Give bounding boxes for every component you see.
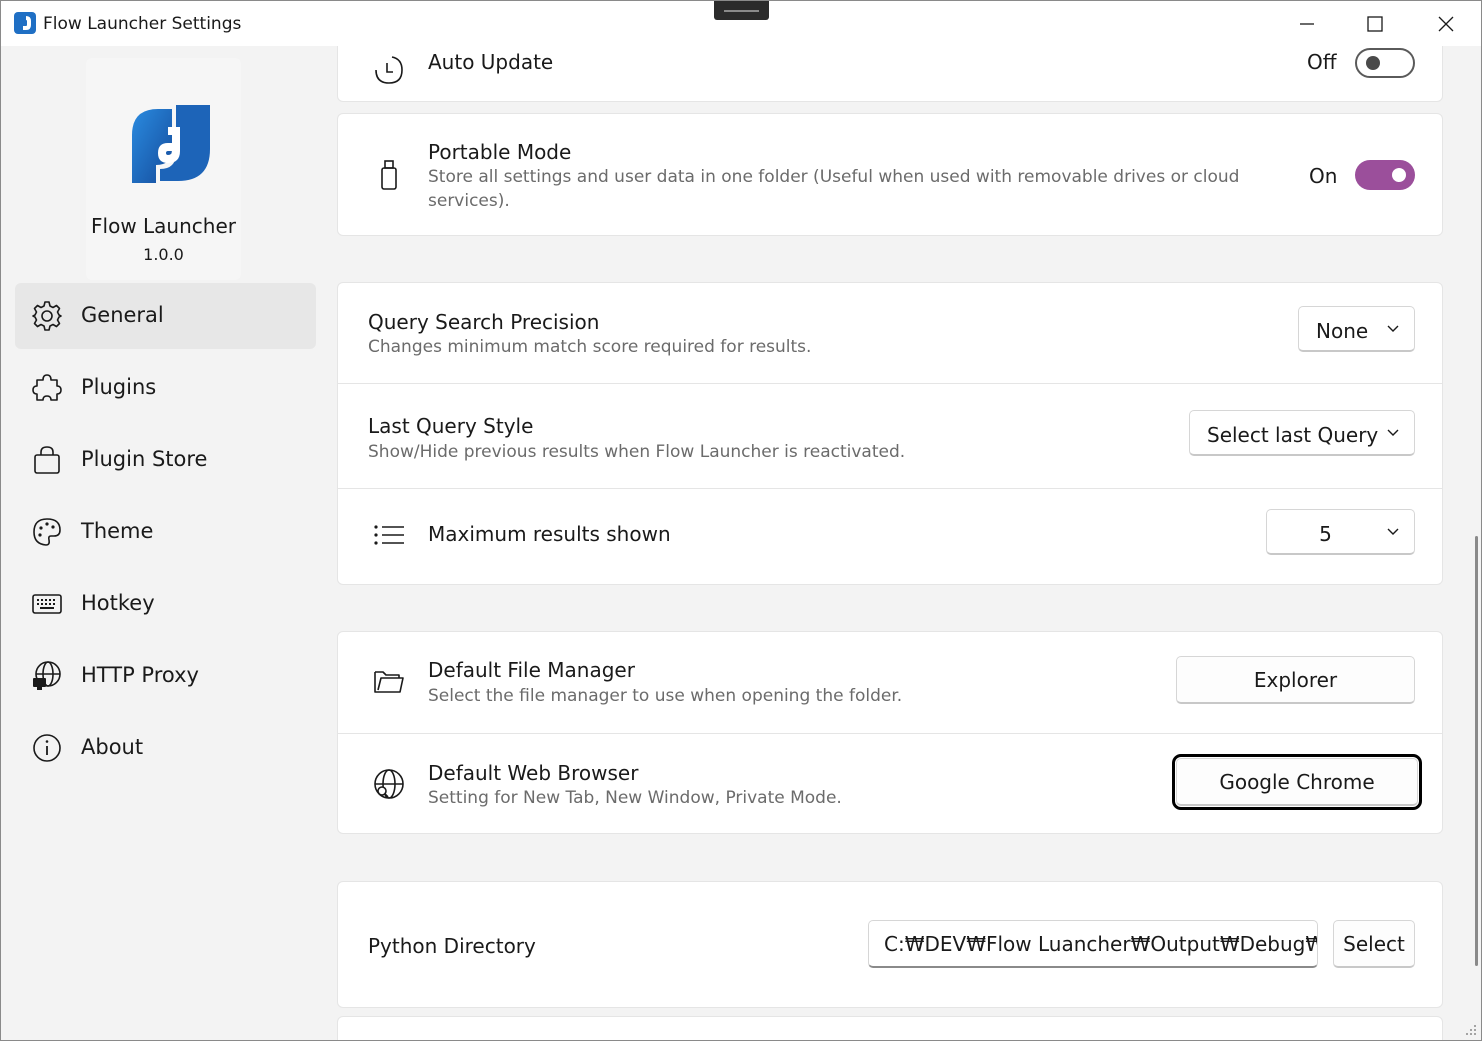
portable-mode-description: Store all settings and user data in one …: [428, 167, 1240, 211]
dropdown-value: None: [1316, 319, 1369, 343]
next-settings-card: [337, 1016, 1443, 1040]
web-browser-button[interactable]: Google Chrome: [1172, 754, 1422, 810]
list-icon: [374, 525, 404, 545]
auto-update-state: Off: [1307, 50, 1337, 74]
query-search-precision-title: Query Search Precision: [368, 310, 600, 334]
query-search-precision-dropdown[interactable]: None: [1298, 306, 1415, 352]
default-web-browser-title: Default Web Browser: [428, 761, 639, 785]
default-web-browser-description: Setting for New Tab, New Window, Private…: [428, 788, 842, 808]
app-name: Flow Launcher: [91, 214, 236, 238]
settings-content[interactable]: Auto Update Off Portable Mode Store all …: [335, 46, 1481, 1040]
sidebar-item-hotkey[interactable]: Hotkey: [15, 571, 316, 637]
default-web-browser-row: Default Web Browser Setting for New Tab,…: [338, 734, 1442, 834]
maximize-icon: [1367, 15, 1383, 32]
sidebar-item-label: Theme: [81, 519, 154, 543]
chevron-down-icon: [1387, 528, 1399, 535]
portable-mode-state: On: [1309, 164, 1338, 188]
sidebar-item-label: About: [81, 735, 144, 759]
gear-icon: [32, 301, 62, 331]
sidebar-item-plugins[interactable]: Plugins: [15, 355, 316, 421]
file-manager-button[interactable]: Explorer: [1176, 656, 1415, 704]
default-apps-card: Default File Manager Select the file man…: [337, 631, 1443, 834]
default-file-manager-title: Default File Manager: [428, 658, 635, 682]
last-query-style-dropdown[interactable]: Select last Query: [1189, 410, 1415, 456]
keyboard-icon: [32, 594, 62, 614]
app-logo-card: Flow Launcher 1.0.0: [86, 58, 241, 280]
resize-grip-icon[interactable]: [1465, 1024, 1477, 1036]
shopping-bag-icon: [34, 446, 60, 474]
python-directory-path-field[interactable]: C:₩DEV₩Flow Luancher₩Output₩Debug₩UserDa…: [868, 920, 1318, 968]
sidebar-item-http-proxy[interactable]: HTTP Proxy: [15, 643, 316, 709]
maximize-button[interactable]: [1340, 1, 1410, 46]
default-file-manager-description: Select the file manager to use when open…: [428, 686, 903, 706]
sidebar: Flow Launcher 1.0.0 General Plugins Plug…: [1, 46, 331, 1040]
snap-grip[interactable]: [714, 1, 769, 20]
usb-drive-icon: [381, 160, 397, 190]
sidebar-item-label: Plugin Store: [81, 447, 208, 471]
portable-mode-toggle[interactable]: [1355, 160, 1415, 190]
puzzle-icon: [32, 374, 62, 401]
portable-mode-card: Portable Mode Store all settings and use…: [337, 113, 1443, 236]
title-bar[interactable]: Flow Launcher Settings: [1, 1, 1481, 46]
close-icon: [1438, 16, 1454, 31]
max-results-row: Maximum results shown 5: [338, 489, 1442, 585]
dropdown-value: 5: [1319, 522, 1332, 546]
sidebar-item-label: Plugins: [81, 375, 157, 399]
last-query-style-description: Show/Hide previous results when Flow Lau…: [368, 442, 906, 462]
query-search-precision-row: Query Search Precision Changes minimum m…: [338, 283, 1442, 383]
auto-update-card: Auto Update Off: [337, 46, 1443, 102]
chevron-down-icon: [1387, 429, 1399, 436]
sidebar-item-label: General: [81, 303, 164, 327]
sidebar-item-label: HTTP Proxy: [81, 663, 199, 687]
sidebar-item-label: Hotkey: [81, 591, 155, 615]
folder-icon: [374, 671, 404, 693]
max-results-title: Maximum results shown: [428, 522, 671, 546]
default-file-manager-row: Default File Manager Select the file man…: [338, 632, 1442, 733]
sidebar-item-general[interactable]: General: [15, 283, 316, 349]
globe-search-icon: [374, 769, 404, 799]
max-results-dropdown[interactable]: 5: [1266, 509, 1415, 555]
flow-launcher-logo-icon: [132, 105, 210, 183]
sidebar-item-theme[interactable]: Theme: [15, 499, 316, 565]
sidebar-item-plugin-store[interactable]: Plugin Store: [15, 427, 316, 493]
palette-icon: [33, 518, 61, 546]
update-clock-icon: [375, 56, 403, 84]
minimize-button[interactable]: [1272, 1, 1342, 46]
close-button[interactable]: [1411, 1, 1481, 46]
python-directory-title: Python Directory: [368, 934, 536, 958]
app-version: 1.0.0: [143, 245, 184, 264]
content-scrollbar[interactable]: [1475, 536, 1478, 966]
flow-launcher-app-icon: [14, 12, 36, 34]
globe-proxy-icon: [33, 661, 61, 690]
auto-update-toggle[interactable]: [1355, 48, 1415, 78]
sidebar-item-about[interactable]: About: [15, 715, 316, 781]
window-title: Flow Launcher Settings: [43, 14, 242, 34]
dropdown-value: Select last Query: [1207, 423, 1379, 447]
portable-mode-title: Portable Mode: [428, 140, 572, 164]
python-directory-card: Python Directory C:₩DEV₩Flow Luancher₩Ou…: [337, 881, 1443, 1008]
search-settings-card: Query Search Precision Changes minimum m…: [337, 282, 1443, 585]
minimize-icon: [1300, 22, 1314, 25]
last-query-style-row: Last Query Style Show/Hide previous resu…: [338, 384, 1442, 488]
python-directory-select-button[interactable]: Select: [1333, 920, 1415, 968]
last-query-style-title: Last Query Style: [368, 414, 534, 438]
auto-update-title: Auto Update: [428, 50, 554, 74]
chevron-down-icon: [1387, 325, 1399, 332]
settings-window: Flow Launcher Settings Flow Launcher 1.0…: [0, 0, 1482, 1041]
info-icon: [33, 734, 61, 762]
query-search-precision-description: Changes minimum match score required for…: [368, 337, 812, 357]
